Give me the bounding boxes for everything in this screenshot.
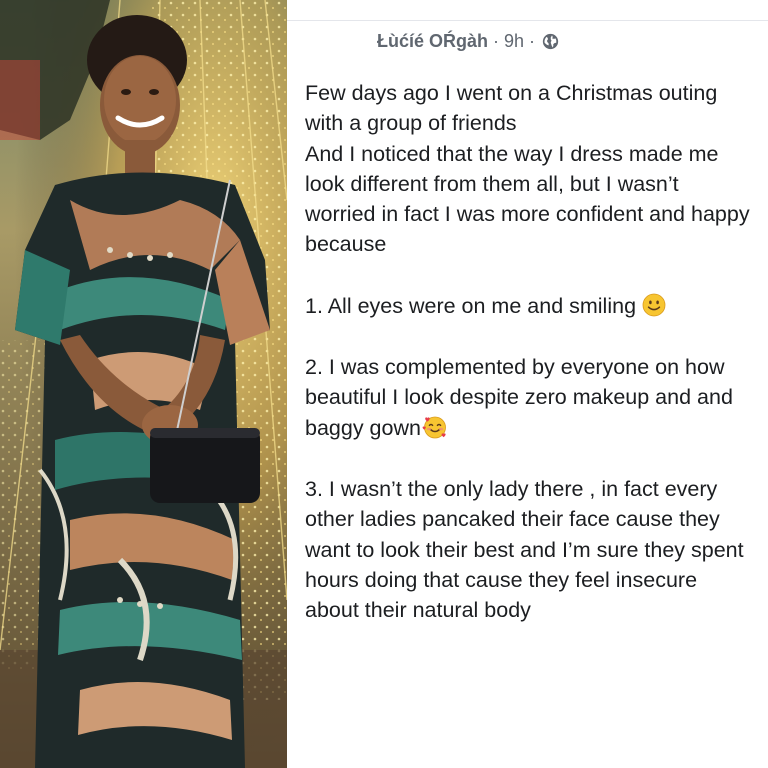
author-name[interactable]: Łùćíé ОŔgàh — [377, 31, 488, 51]
post-paragraph-point-1: 1. All eyes were on me and smiling — [305, 291, 755, 321]
post-body: Few days ago I went on a Christmas outin… — [305, 78, 755, 656]
post-panel: Łùćíé ОŔgàh · 9h · Few days ago I went o… — [287, 0, 768, 768]
post-point-1-text: 1. All eyes were on me and smiling — [305, 293, 637, 318]
meta-separator-2: · — [529, 31, 536, 51]
divider — [287, 20, 768, 21]
post-paragraph-intro: Few days ago I went on a Christmas outin… — [305, 81, 750, 257]
post-paragraph-point-2: 2. I was complemented by everyone on how… — [305, 352, 755, 443]
post-point-2-text: 2. I was complemented by everyone on how… — [305, 355, 733, 440]
post-paragraph-point-3: 3. I wasn’t the only lady there , in fac… — [305, 476, 744, 623]
meta-separator: · — [493, 31, 500, 51]
woman-in-patterned-dress-photo — [0, 0, 287, 768]
screenshot-page: Łùćíé ОŔgàh · 9h · Few days ago I went o… — [0, 0, 768, 768]
post-header: Łùćíé ОŔgàh · 9h · — [377, 31, 559, 51]
post-timestamp[interactable]: 9h — [504, 31, 524, 51]
smiling-face-with-hearts-emoji-icon — [422, 416, 446, 439]
globe-icon[interactable] — [542, 33, 559, 50]
slightly-smiling-face-emoji-icon — [642, 293, 666, 317]
photo-illustration — [0, 0, 287, 768]
